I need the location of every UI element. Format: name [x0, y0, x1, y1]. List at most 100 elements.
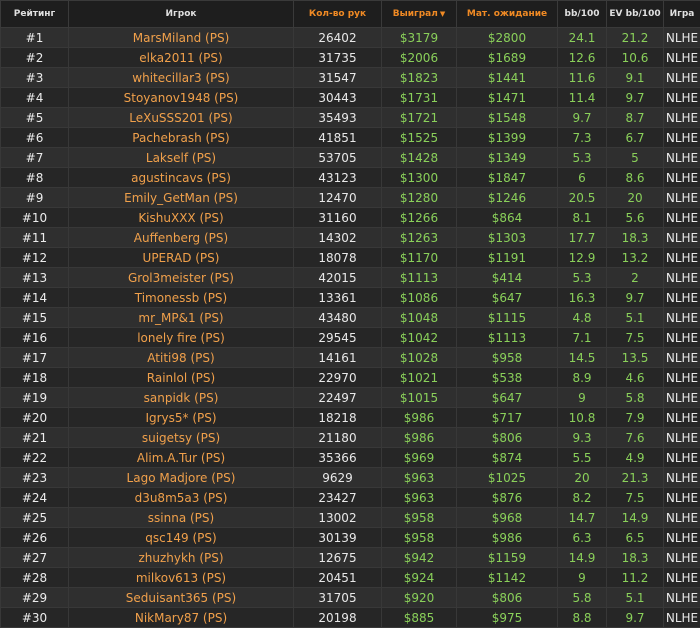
- player-cell: KishuXXX (PS): [69, 208, 294, 228]
- evbb100-cell: 9.7: [607, 88, 664, 108]
- evbb100-cell: 8.6: [607, 168, 664, 188]
- won-cell: $885: [382, 608, 457, 628]
- player-link[interactable]: MarsMiland (PS): [133, 31, 230, 45]
- player-link[interactable]: elka2011 (PS): [139, 51, 222, 65]
- player-link[interactable]: Rainlol (PS): [147, 371, 215, 385]
- game-cell: NLHE: [664, 168, 700, 188]
- header-evbb100[interactable]: EV bb/100: [607, 1, 664, 28]
- player-link[interactable]: Atiti98 (PS): [147, 351, 214, 365]
- hands-cell: 43480: [294, 308, 382, 328]
- player-link[interactable]: sanpidk (PS): [144, 391, 219, 405]
- player-cell: Pachebrash (PS): [69, 128, 294, 148]
- bb100-cell: 8.8: [558, 608, 607, 628]
- won-cell: $1280: [382, 188, 457, 208]
- player-cell: Stoyanov1948 (PS): [69, 88, 294, 108]
- header-ev[interactable]: Мат. ожидание: [457, 1, 558, 28]
- player-link[interactable]: mr_MP&1 (PS): [138, 311, 223, 325]
- ev-cell: $647: [457, 288, 558, 308]
- rank-cell: #2: [1, 48, 69, 68]
- player-link[interactable]: NikMary87 (PS): [135, 611, 227, 625]
- player-link[interactable]: LeXuSSS201 (PS): [129, 111, 232, 125]
- player-link[interactable]: milkov613 (PS): [136, 571, 226, 585]
- player-link[interactable]: suigetsy (PS): [142, 431, 220, 445]
- player-link[interactable]: lonely fire (PS): [137, 331, 225, 345]
- hands-cell: 31735: [294, 48, 382, 68]
- won-cell: $963: [382, 488, 457, 508]
- header-won[interactable]: Выиграл▼: [382, 1, 457, 28]
- player-cell: sanpidk (PS): [69, 388, 294, 408]
- player-link[interactable]: Stoyanov1948 (PS): [124, 91, 239, 105]
- game-cell: NLHE: [664, 188, 700, 208]
- game-cell: NLHE: [664, 48, 700, 68]
- bb100-cell: 12.6: [558, 48, 607, 68]
- ev-cell: $1246: [457, 188, 558, 208]
- ev-cell: $1142: [457, 568, 558, 588]
- table-row: #7Lakself (PS)53705$1428$13495.35NLHE: [1, 148, 700, 168]
- table-row: #3whitecillar3 (PS)31547$1823$144111.69.…: [1, 68, 700, 88]
- game-cell: NLHE: [664, 308, 700, 328]
- header-player[interactable]: Игрок: [69, 1, 294, 28]
- game-cell: NLHE: [664, 508, 700, 528]
- hands-cell: 42015: [294, 268, 382, 288]
- player-link[interactable]: Auffenberg (PS): [134, 231, 228, 245]
- rank-cell: #10: [1, 208, 69, 228]
- player-link[interactable]: ssinna (PS): [148, 511, 214, 525]
- hands-cell: 22970: [294, 368, 382, 388]
- player-link[interactable]: d3u8m5a3 (PS): [135, 491, 228, 505]
- player-link[interactable]: agustincavs (PS): [131, 171, 231, 185]
- game-cell: NLHE: [664, 208, 700, 228]
- rank-cell: #23: [1, 468, 69, 488]
- game-cell: NLHE: [664, 328, 700, 348]
- ev-cell: $1548: [457, 108, 558, 128]
- header-rank[interactable]: Рейтинг: [1, 1, 69, 28]
- hands-cell: 26402: [294, 28, 382, 48]
- hands-cell: 13361: [294, 288, 382, 308]
- player-link[interactable]: KishuXXX (PS): [138, 211, 223, 225]
- hands-cell: 23427: [294, 488, 382, 508]
- bb100-cell: 5.5: [558, 448, 607, 468]
- game-cell: NLHE: [664, 388, 700, 408]
- player-link[interactable]: UPERAD (PS): [143, 251, 220, 265]
- game-cell: NLHE: [664, 448, 700, 468]
- player-cell: UPERAD (PS): [69, 248, 294, 268]
- game-cell: NLHE: [664, 568, 700, 588]
- table-row: #22Alim.A.Tur (PS)35366$969$8745.54.9NLH…: [1, 448, 700, 468]
- player-link[interactable]: Lakself (PS): [146, 151, 216, 165]
- player-link[interactable]: whitecillar3 (PS): [132, 71, 229, 85]
- player-link[interactable]: qsc149 (PS): [145, 531, 216, 545]
- hands-cell: 29545: [294, 328, 382, 348]
- player-link[interactable]: Pachebrash (PS): [132, 131, 229, 145]
- player-link[interactable]: Timonessb (PS): [135, 291, 227, 305]
- player-link[interactable]: zhuzhykh (PS): [138, 551, 223, 565]
- won-cell: $1300: [382, 168, 457, 188]
- rank-cell: #24: [1, 488, 69, 508]
- rank-cell: #26: [1, 528, 69, 548]
- player-link[interactable]: Igrys5* (PS): [145, 411, 216, 425]
- header-bb100[interactable]: bb/100: [558, 1, 607, 28]
- header-game[interactable]: Игра: [664, 1, 700, 28]
- won-cell: $1021: [382, 368, 457, 388]
- evbb100-cell: 5.1: [607, 308, 664, 328]
- player-cell: zhuzhykh (PS): [69, 548, 294, 568]
- evbb100-cell: 6.5: [607, 528, 664, 548]
- player-link[interactable]: Emily_GetMan (PS): [124, 191, 238, 205]
- bb100-cell: 9.7: [558, 108, 607, 128]
- game-cell: NLHE: [664, 368, 700, 388]
- won-cell: $1731: [382, 88, 457, 108]
- ev-cell: $958: [457, 348, 558, 368]
- player-cell: NikMary87 (PS): [69, 608, 294, 628]
- player-cell: milkov613 (PS): [69, 568, 294, 588]
- player-link[interactable]: Grol3meister (PS): [128, 271, 234, 285]
- player-cell: d3u8m5a3 (PS): [69, 488, 294, 508]
- bb100-cell: 14.9: [558, 548, 607, 568]
- hands-cell: 30139: [294, 528, 382, 548]
- ev-cell: $1115: [457, 308, 558, 328]
- evbb100-cell: 5: [607, 148, 664, 168]
- header-hands[interactable]: Кол-во рук: [294, 1, 382, 28]
- player-link[interactable]: Seduisant365 (PS): [126, 591, 236, 605]
- player-link[interactable]: Alim.A.Tur (PS): [137, 451, 225, 465]
- player-cell: ssinna (PS): [69, 508, 294, 528]
- ev-cell: $1399: [457, 128, 558, 148]
- player-link[interactable]: Lago Madjore (PS): [127, 471, 236, 485]
- hands-cell: 9629: [294, 468, 382, 488]
